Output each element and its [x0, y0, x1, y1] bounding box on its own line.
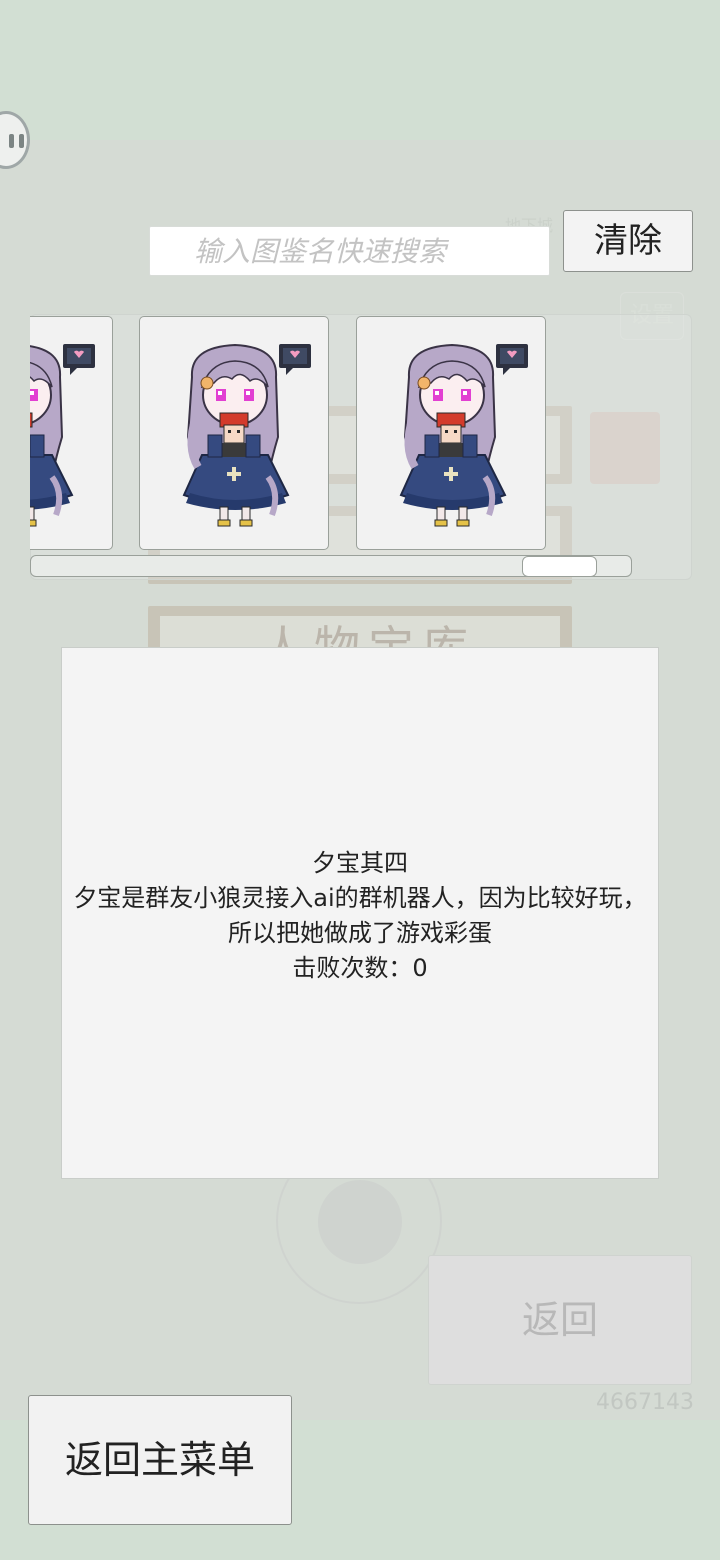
clear-button[interactable]: 清除 [563, 210, 693, 272]
character-info-panel: 夕宝其四 夕宝是群友小狼灵接入ai的群机器人，因为比较好玩，所以把她做成了游戏彩… [61, 647, 659, 1179]
carousel-scrollbar-thumb[interactable] [522, 556, 597, 577]
character-description: 夕宝是群友小狼灵接入ai的群机器人，因为比较好玩，所以把她做成了游戏彩蛋 [73, 884, 647, 947]
defeat-count: 击败次数：0 [292, 954, 428, 982]
chibi-girl-sprite-icon [30, 317, 114, 551]
version-code: 4667143 [596, 1390, 694, 1415]
back-button[interactable]: 返回 [428, 1255, 692, 1385]
chibi-girl-sprite-icon [357, 317, 547, 551]
assistant-eye-icon [19, 134, 24, 148]
character-card[interactable] [30, 316, 113, 550]
character-carousel[interactable] [30, 314, 560, 554]
main-menu-button[interactable]: 返回主菜单 [28, 1395, 292, 1525]
search-input[interactable] [149, 226, 550, 276]
character-card[interactable] [356, 316, 546, 550]
character-title: 夕宝其四 [312, 849, 408, 877]
top-band [0, 0, 720, 140]
character-card[interactable] [139, 316, 329, 550]
chibi-girl-sprite-icon [140, 317, 330, 551]
joystick-knob [318, 1180, 402, 1264]
assistant-eye-icon [9, 134, 14, 148]
